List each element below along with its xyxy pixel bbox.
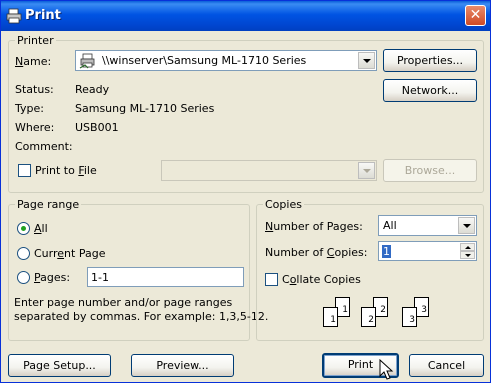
collate-copies-label[interactable]: Collate Copies: [282, 273, 361, 286]
cancel-button-label: Cancel: [427, 359, 466, 372]
number-of-pages-select[interactable]: All: [378, 215, 477, 236]
status-label: Status:: [15, 83, 54, 96]
close-button[interactable]: ✕: [465, 5, 486, 26]
mouse-cursor-icon: [379, 359, 394, 380]
spin-buttons[interactable]: [460, 243, 475, 259]
page-setup-button[interactable]: Page Setup...: [8, 354, 111, 377]
window-title: Print: [25, 8, 61, 23]
network-button[interactable]: Network...: [383, 79, 477, 102]
type-value: Samsung ML-1710 Series: [75, 102, 215, 115]
print-to-file-label[interactable]: Print to File: [35, 164, 97, 177]
print-dialog: Print ✕ Printer Name: \\winserver\Samsun…: [0, 0, 491, 383]
number-of-copies-field[interactable]: 1: [382, 245, 391, 258]
type-label: Type:: [15, 102, 44, 115]
where-value: USB001: [75, 121, 119, 134]
pages-input[interactable]: 1-1: [87, 267, 244, 287]
printer-group-label: Printer: [15, 34, 56, 47]
preview-button[interactable]: Preview...: [131, 354, 234, 377]
page-range-hint-line1: Enter page number and/or page ranges: [14, 296, 233, 309]
page-range-current-label[interactable]: Current Page: [34, 247, 105, 260]
page-range-group-label: Page range: [15, 198, 82, 211]
collate-copies-checkbox[interactable]: [265, 273, 278, 286]
name-label: Name:: [15, 55, 52, 68]
number-of-copies-label: Number of Copies:: [265, 246, 368, 259]
print-to-file-checkbox[interactable]: [18, 164, 31, 177]
printer-name-value: \\winserver\Samsung ML-1710 Series: [102, 54, 307, 67]
number-of-pages-value: All: [383, 219, 397, 232]
number-of-pages-label: Number of Pages:: [265, 220, 363, 233]
collate-page-front-1: 1: [323, 307, 338, 327]
page-range-pages-radio[interactable]: [17, 271, 30, 284]
cancel-button[interactable]: Cancel: [409, 354, 484, 377]
page-setup-button-label: Page Setup...: [23, 359, 96, 372]
printer-icon: [6, 8, 22, 24]
spin-up-icon[interactable]: [460, 243, 475, 251]
network-button-label: Network...: [401, 84, 459, 97]
status-value: Ready: [75, 83, 110, 96]
pages-input-value: 1-1: [91, 271, 109, 284]
browse-button-label: Browse...: [404, 164, 456, 177]
title-bar[interactable]: Print ✕: [1, 1, 490, 31]
properties-button-label: Properties...: [396, 54, 464, 67]
properties-button[interactable]: Properties...: [383, 49, 477, 72]
preview-button-label: Preview...: [156, 359, 209, 372]
page-range-current-radio[interactable]: [17, 247, 30, 260]
chevron-down-icon[interactable]: [458, 217, 475, 234]
print-button-label: Print: [347, 358, 374, 371]
chevron-down-icon: [358, 162, 375, 179]
number-of-copies-spinner[interactable]: 1: [378, 241, 477, 261]
browse-button: Browse...: [383, 159, 477, 182]
page-range-pages-label[interactable]: Pages:: [34, 271, 70, 284]
chevron-down-icon[interactable]: [358, 52, 375, 69]
spin-down-icon[interactable]: [460, 251, 475, 259]
page-range-hint-line2: separated by commas. For example: 1,3,5-…: [14, 310, 269, 323]
comment-label: Comment:: [15, 140, 73, 153]
copies-group-label: Copies: [263, 198, 304, 211]
network-printer-icon: [79, 53, 95, 69]
where-label: Where:: [15, 121, 55, 134]
collate-page-front-2: 2: [361, 307, 376, 327]
page-range-all-label[interactable]: All: [34, 222, 48, 235]
printer-name-select[interactable]: \\winserver\Samsung ML-1710 Series: [75, 50, 377, 71]
page-range-all-radio[interactable]: [17, 222, 30, 235]
print-to-file-select: [161, 160, 377, 181]
close-icon: ✕: [469, 7, 482, 23]
collate-illustration: 1 1 2 2 3 3: [321, 297, 439, 331]
number-of-copies-value: 1: [382, 245, 391, 258]
collate-page-front-3: 3: [402, 307, 417, 327]
